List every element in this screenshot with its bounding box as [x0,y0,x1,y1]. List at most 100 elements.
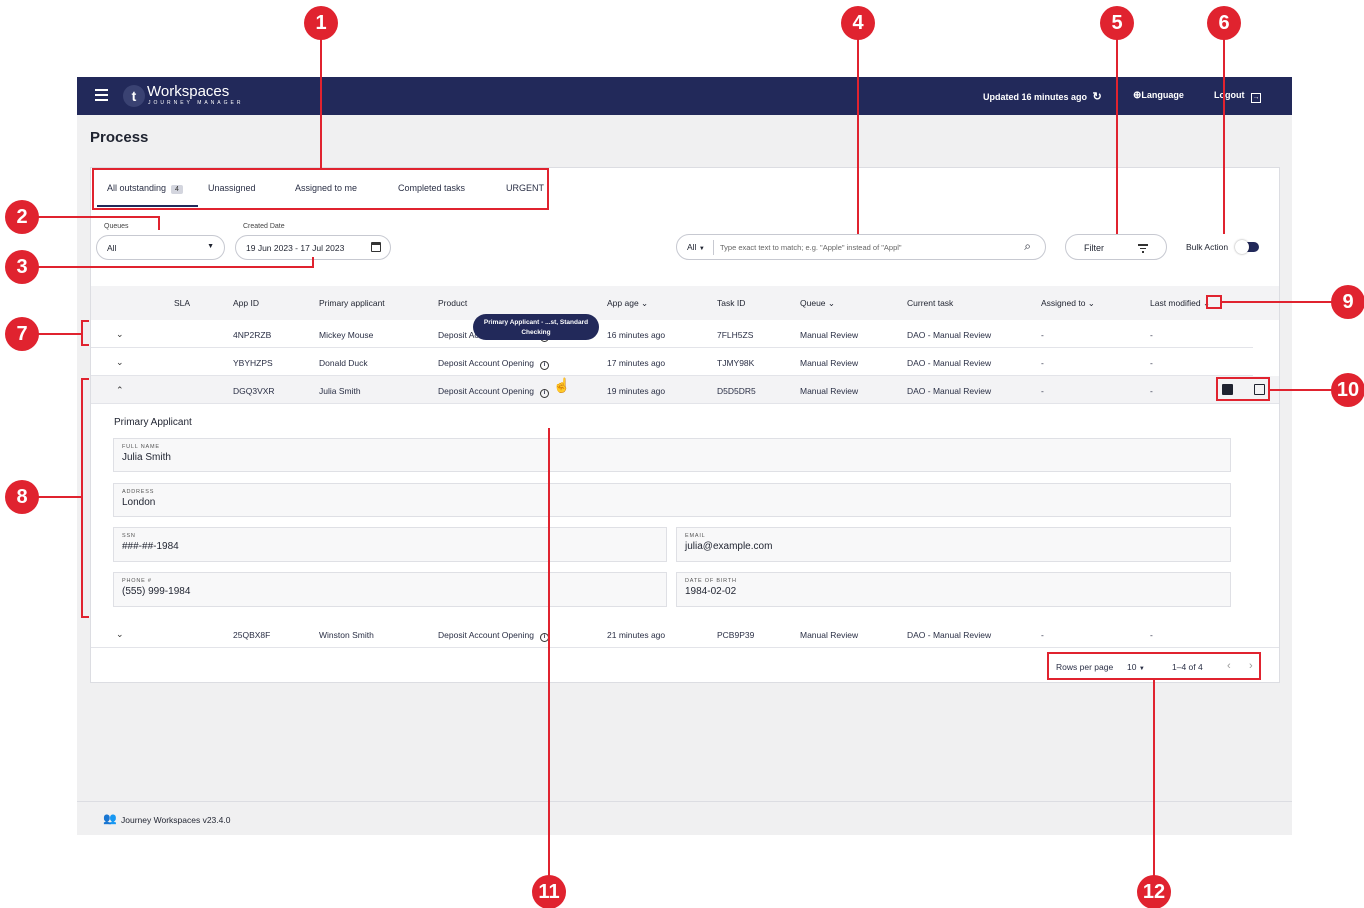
ssn-field: SSN ###-##-1984 [113,527,667,562]
table-row[interactable]: ⌄ 25QBX8F Winston Smith Deposit Account … [91,620,1279,648]
field-label: SSN [122,533,136,539]
header-sla[interactable]: SLA [174,298,190,308]
callout-5: 5 [1100,6,1134,40]
callout-line [38,333,81,335]
expand-chevron-icon[interactable]: ⌄ [116,329,124,340]
bulk-action-toggle[interactable] [1235,240,1259,254]
users-icon: 👥 [103,813,117,825]
collapse-chevron-icon[interactable]: ⌃ [116,385,124,396]
sort-chevron-icon: ⌄ [827,298,836,308]
page-title: Process [90,129,149,146]
callout-line [1223,36,1225,234]
callout-line [158,216,160,230]
language-button[interactable]: ⊕Language [1133,90,1184,101]
header-primary-applicant[interactable]: Primary applicant [319,298,385,308]
rows-per-page-select[interactable]: 10 ▼ [1127,662,1145,672]
header-current-task[interactable]: Current task [907,298,953,308]
tooltip-line2: Checking [521,329,551,336]
callout-line [1222,301,1332,303]
refresh-icon[interactable]: ↻ [1093,91,1102,103]
search-icon[interactable]: ⌕ [1024,239,1031,254]
header-last-modified[interactable]: Last modified ⌄ [1150,298,1210,309]
divider [713,240,714,255]
header-last-modified-label: Last modified [1150,298,1201,308]
callout-line [38,266,314,268]
callout-1: 1 [304,6,338,40]
menu-icon[interactable] [95,89,108,103]
field-label: DATE OF BIRTH [685,578,737,584]
field-value: Julia Smith [122,452,171,463]
expand-chevron-icon[interactable]: ⌄ [116,357,124,368]
cell-app-age: 19 minutes ago [607,386,666,396]
prev-page-icon[interactable]: ‹ [1227,660,1231,672]
email-field: EMAIL julia@example.com [676,527,1231,562]
header-app-age[interactable]: App age ⌄ [607,298,648,309]
header-assigned-to[interactable]: Assigned to ⌄ [1041,298,1095,309]
logout-button[interactable]: Logout → [1214,90,1262,103]
app-window: t Workspaces JOURNEY MANAGER Updated 16 … [77,77,1292,835]
cell-task-id: PCB9P39 [717,630,755,640]
field-value: London [122,497,156,508]
cell-task-id: D5D5DR5 [717,386,756,396]
tab-all-outstanding[interactable]: All outstanding 4 [107,183,183,194]
full-name-field: FULL NAME Julia Smith [113,438,1231,472]
cell-app-age: 16 minutes ago [607,330,666,340]
scope-arrow-icon: ▼ [698,246,705,252]
sort-chevron-icon: ⌄ [1087,298,1095,308]
cell-queue: Manual Review [800,386,859,396]
tab-label: All outstanding [107,183,167,193]
callout-8: 8 [5,480,39,514]
view-details-icon[interactable] [1254,384,1265,395]
queues-value: All [107,243,117,253]
filter-button[interactable]: Filter [1065,234,1167,260]
table-row-expanded[interactable]: ⌃ DGQ3VXR Julia Smith Deposit Account Op… [91,376,1279,404]
process-card: All outstanding 4 Unassigned Assigned to … [90,167,1280,683]
header-app-id[interactable]: App ID [233,298,259,308]
cell-applicant: Mickey Mouse [319,330,374,340]
info-icon[interactable]: i [539,389,549,398]
cell-last-modified: - [1150,330,1153,340]
header-task-id[interactable]: Task ID [717,298,745,308]
phone-field: PHONE # (555) 999-1984 [113,572,667,607]
tab-urgent[interactable]: URGENT [506,183,544,193]
cell-app-id: 25QBX8F [233,630,271,640]
callout-line [38,496,81,498]
callout-line [1153,680,1155,876]
header-queue-label: Queue [800,298,826,308]
calendar-icon[interactable] [371,242,381,252]
address-field: ADDRESS London [113,483,1231,517]
callout-4: 4 [841,6,875,40]
top-bar: t Workspaces JOURNEY MANAGER Updated 16 … [77,77,1292,115]
add-to-queue-icon[interactable] [1222,384,1233,395]
header-app-age-label: App age [607,298,639,308]
callout-3: 3 [5,250,39,284]
search-input[interactable]: Type exact text to match; e.g. "Apple" i… [720,243,902,252]
table-row[interactable]: ⌄ YBYHZPS Donald Duck Deposit Account Op… [91,348,1253,376]
expand-chevron-icon[interactable]: ⌄ [116,629,124,640]
next-page-icon[interactable]: › [1249,660,1253,672]
info-icon[interactable]: i [539,361,549,370]
header-product[interactable]: Product [438,298,467,308]
filter-icon [1138,244,1148,253]
header-queue[interactable]: Queue ⌄ [800,298,835,309]
dropdown-arrow-icon: ▼ [207,243,214,250]
applicant-detail-panel: Primary Applicant FULL NAME Julia Smith … [91,404,1279,618]
updated-text: Updated 16 minutes ago [983,92,1088,102]
cell-app-id: 4NP2RZB [233,330,272,340]
cell-queue: Manual Review [800,330,859,340]
search-scope-select[interactable]: All ▼ [687,242,705,252]
tab-assigned-to-me[interactable]: Assigned to me [295,183,357,193]
queues-select[interactable]: All ▼ [96,235,225,260]
updated-status: Updated 16 minutes ago ↻ [983,90,1102,103]
tab-unassigned[interactable]: Unassigned [208,183,256,193]
callout-line [312,257,314,268]
tab-completed-tasks[interactable]: Completed tasks [398,183,465,193]
cell-current-task: DAO - Manual Review [907,630,992,640]
table-row[interactable]: ⌄ 4NP2RZB Mickey Mouse Deposit Account O… [91,320,1253,348]
field-value: (555) 999-1984 [122,586,191,597]
footer: 👥 Journey Workspaces v23.4.0 [77,801,1292,835]
queues-label: Queues [104,223,129,230]
product-text: Deposit Account Opening [438,630,534,640]
brand-subtitle: JOURNEY MANAGER [148,100,244,106]
field-value: ###-##-1984 [122,541,179,552]
